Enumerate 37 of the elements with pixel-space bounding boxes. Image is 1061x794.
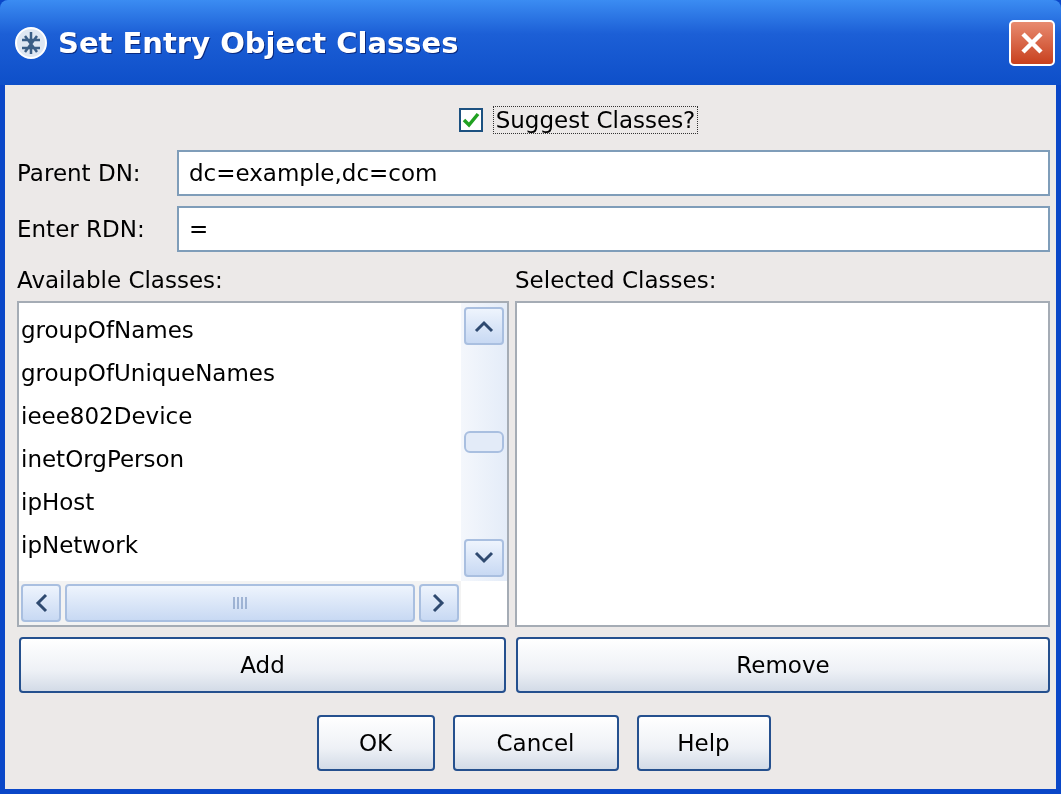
- text-field[interactable]: =: [177, 206, 1050, 252]
- close-icon: [1019, 29, 1045, 56]
- close-button[interactable]: [1009, 19, 1055, 66]
- text-field[interactable]: dc=example,dc=com: [177, 150, 1050, 196]
- grip-icon: [232, 596, 248, 610]
- chevron-right-icon: [432, 593, 446, 613]
- list-label: Selected Classes:: [515, 267, 718, 295]
- field-label: Enter RDN:: [17, 216, 146, 242]
- list-label: Available Classes:: [17, 267, 224, 295]
- scroll-right-button[interactable]: [419, 584, 459, 622]
- scroll-thumb[interactable]: [464, 431, 504, 453]
- list-item[interactable]: ipNetwork: [21, 524, 459, 567]
- horizontal-scrollbar[interactable]: [19, 581, 461, 625]
- dialog-button[interactable]: OK: [316, 715, 435, 771]
- dialog-button[interactable]: Help: [636, 715, 771, 771]
- scroll-thumb[interactable]: [65, 584, 415, 622]
- window-title: Set Entry Object Classes: [58, 25, 460, 60]
- chevron-down-icon: [474, 551, 494, 565]
- scroll-up-button[interactable]: [464, 307, 504, 345]
- action-button[interactable]: Add: [19, 637, 506, 693]
- field-label: Parent DN:: [17, 160, 142, 186]
- checkbox-label[interactable]: Suggest Classes?: [492, 106, 699, 134]
- action-button[interactable]: Remove: [516, 637, 1050, 693]
- checkbox[interactable]: [458, 108, 483, 132]
- dialog-button[interactable]: Cancel: [452, 715, 619, 771]
- scroll-left-button[interactable]: [21, 584, 61, 622]
- list-item[interactable]: inetOrgPerson: [21, 438, 459, 481]
- chevron-up-icon: [474, 319, 494, 333]
- list-item[interactable]: ieee802Device: [21, 395, 459, 438]
- list-item[interactable]: groupOfUniqueNames: [21, 352, 459, 395]
- app-icon: [14, 25, 48, 60]
- list-box[interactable]: groupOfNames groupOfUniqueNames ieee802Device inetOrgPerson ipHost ipNetwork: [17, 301, 509, 627]
- chevron-left-icon: [34, 593, 48, 613]
- list-item[interactable]: groupOfNames: [21, 309, 459, 352]
- vertical-scrollbar[interactable]: [461, 303, 507, 581]
- scroll-down-button[interactable]: [464, 539, 504, 577]
- list-item[interactable]: ipHost: [21, 481, 459, 524]
